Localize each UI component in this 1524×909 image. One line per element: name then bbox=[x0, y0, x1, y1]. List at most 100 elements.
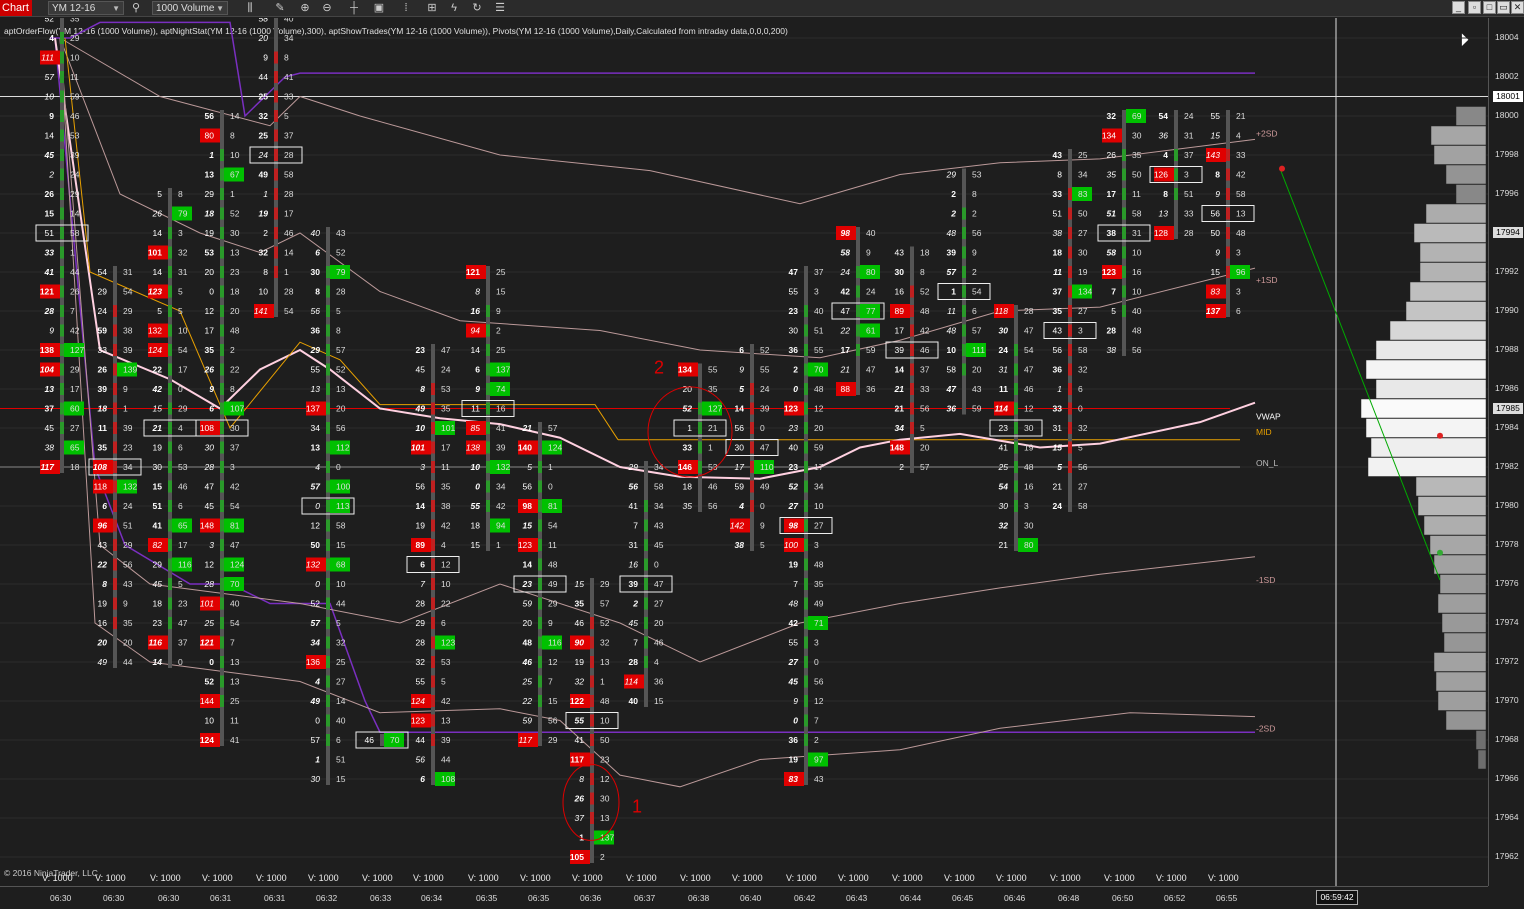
tab-chart[interactable]: Chart bbox=[0, 0, 32, 16]
ask-volume: 22 bbox=[230, 365, 240, 375]
maximize-button[interactable]: □ bbox=[1483, 1, 1496, 14]
close-button[interactable]: ✕ bbox=[1511, 1, 1524, 14]
crosshair-icon[interactable]: ┼ bbox=[346, 0, 362, 16]
bid-volume: 32 bbox=[416, 657, 426, 667]
bar-body bbox=[538, 675, 542, 688]
bid-volume: 2 bbox=[632, 599, 638, 609]
bar-body bbox=[220, 558, 224, 571]
strategy-icon[interactable]: ϟ bbox=[446, 0, 462, 16]
grid-icon[interactable]: ⁞ bbox=[398, 0, 414, 16]
bid-volume: 57 bbox=[947, 267, 958, 277]
bar-body bbox=[1068, 305, 1072, 317]
bid-volume: 19 bbox=[153, 443, 163, 453]
ask-volume: 17 bbox=[814, 462, 824, 472]
volume-profile-bar bbox=[1413, 223, 1487, 243]
overnight-low-line bbox=[54, 37, 1255, 733]
bar-type-select[interactable]: 1000 Volume ▼ bbox=[152, 1, 228, 15]
ask-volume: 74 bbox=[496, 384, 506, 394]
bar-body bbox=[274, 149, 278, 161]
price-tick: 17966 bbox=[1495, 773, 1519, 783]
bid-volume: 49 bbox=[415, 404, 426, 414]
bid-volume: 31 bbox=[999, 365, 1009, 375]
ask-volume: 83 bbox=[1078, 189, 1088, 199]
bid-volume: 5 bbox=[1111, 306, 1116, 316]
time-axis[interactable]: 06:30 06:30 06:30 06:31 06:31 06:32 06:33 06:34… bbox=[0, 886, 1488, 909]
volume-profile-bar bbox=[1405, 301, 1487, 321]
ask-volume: 81 bbox=[548, 501, 558, 511]
bid-volume: 45 bbox=[788, 677, 799, 687]
bar-body bbox=[113, 344, 117, 356]
trade-marker bbox=[1279, 165, 1285, 172]
ask-volume: 9 bbox=[496, 306, 501, 316]
cursor-time: 06:59:42 bbox=[1316, 890, 1358, 905]
zoom-in-icon[interactable]: ⊕ bbox=[297, 0, 313, 16]
ask-volume: 0 bbox=[814, 657, 819, 667]
zoom-out-icon[interactable]: ⊖ bbox=[319, 0, 335, 16]
price-tick: 17992 bbox=[1495, 266, 1519, 276]
bid-volume: 18 bbox=[205, 209, 215, 219]
bar-body bbox=[326, 402, 330, 415]
ask-volume: 7 bbox=[814, 716, 819, 726]
bar-body bbox=[1014, 383, 1018, 395]
time-tick: 06:44 bbox=[900, 893, 922, 903]
bar-body bbox=[698, 461, 702, 473]
bid-volume: 29 bbox=[628, 462, 639, 472]
bid-volume: 29 bbox=[98, 287, 108, 297]
refresh-icon[interactable]: ↻ bbox=[469, 0, 485, 16]
bid-volume: 15 bbox=[153, 404, 163, 414]
bar-body bbox=[220, 597, 224, 610]
bid-volume: 13 bbox=[311, 384, 321, 394]
pencil-icon[interactable]: ✎ bbox=[272, 0, 288, 16]
ask-volume: 37 bbox=[920, 365, 930, 375]
bar-body bbox=[804, 617, 808, 629]
bid-volume: 45 bbox=[416, 365, 426, 375]
bid-volume: 30 bbox=[205, 443, 215, 453]
ask-volume: 48 bbox=[1024, 462, 1034, 472]
ask-volume: 28 bbox=[336, 287, 346, 297]
price-tick: 18004 bbox=[1495, 32, 1519, 42]
bid-volume: 36 bbox=[947, 404, 957, 414]
bid-volume: 46 bbox=[365, 735, 375, 745]
minimize-button[interactable]: _ bbox=[1452, 1, 1465, 14]
menu-icon[interactable]: ☰ bbox=[492, 0, 508, 16]
time-tick: 06:35 bbox=[528, 893, 550, 903]
bid-volume: 42 bbox=[841, 287, 851, 297]
bar-body bbox=[60, 71, 64, 83]
ask-volume: 1 bbox=[70, 248, 75, 258]
bid-volume: 14 bbox=[471, 345, 481, 355]
bid-volume: 46 bbox=[522, 657, 533, 667]
ask-volume: 31 bbox=[1132, 228, 1142, 238]
bid-volume: 49 bbox=[98, 657, 108, 667]
bar-volume-label: V: 1000 bbox=[892, 873, 923, 883]
ask-volume: 8 bbox=[230, 384, 235, 394]
price-axis[interactable]: 18004 18002 18000 17998 17996 17994 17992 17990… bbox=[1488, 18, 1524, 886]
ask-volume: 7 bbox=[230, 638, 235, 648]
footprint-chart[interactable]: +2SD+1SDVWAPMIDON_L-1SD-2SD8533523542911… bbox=[0, 18, 1488, 886]
bid-volume: 48 bbox=[947, 228, 957, 238]
properties-icon[interactable]: ⊞ bbox=[424, 0, 440, 16]
ask-volume: 17 bbox=[284, 209, 294, 219]
bid-volume: 35 bbox=[575, 599, 585, 609]
restore-button[interactable]: ▫ bbox=[1468, 1, 1481, 14]
ask-volume: 29 bbox=[70, 189, 80, 199]
volume-profile-bar bbox=[1430, 125, 1487, 146]
bid-volume: 38 bbox=[1053, 228, 1063, 238]
search-icon[interactable]: ⚲ bbox=[128, 0, 144, 16]
bar-body bbox=[60, 266, 64, 278]
bar-type-icon[interactable]: ⫼ bbox=[242, 0, 258, 16]
bar-body bbox=[1226, 246, 1230, 259]
ask-volume: 70 bbox=[814, 365, 824, 375]
ask-volume: 57 bbox=[972, 326, 982, 336]
tile-button[interactable]: ▭ bbox=[1497, 1, 1510, 14]
ask-volume: 0 bbox=[654, 560, 659, 570]
bid-volume: 20 bbox=[258, 33, 269, 43]
bid-volume: 9 bbox=[739, 365, 744, 375]
bar-body bbox=[60, 168, 64, 181]
bar-body bbox=[326, 656, 330, 668]
volume-profile-bar bbox=[1375, 340, 1487, 360]
bid-volume: 47 bbox=[205, 482, 215, 492]
bar-volume-label: V: 1000 bbox=[413, 873, 444, 883]
ask-volume: 71 bbox=[814, 618, 824, 628]
instrument-select[interactable]: YM 12-16 ▼ bbox=[48, 1, 124, 15]
snapshot-icon[interactable]: ▣ bbox=[371, 0, 387, 16]
